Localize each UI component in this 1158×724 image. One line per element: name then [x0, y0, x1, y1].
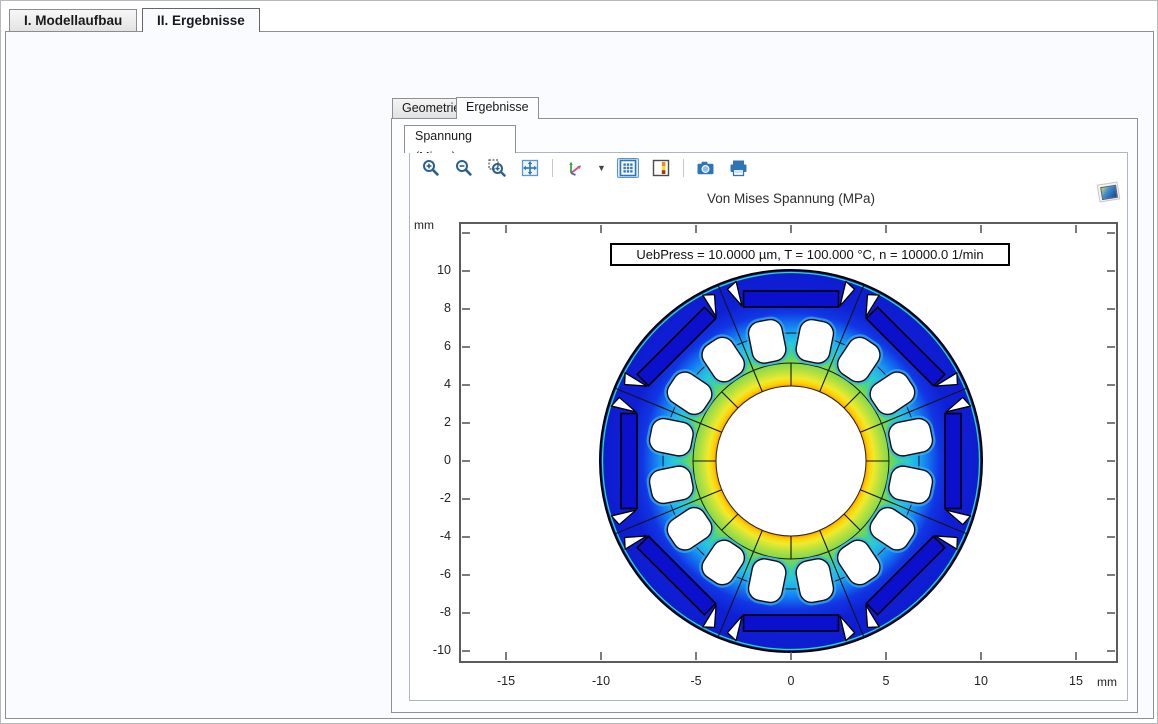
- x-tick-label: 10: [961, 674, 1001, 688]
- y-tick-label: -4: [413, 529, 451, 543]
- toolbar-separator: [552, 159, 553, 177]
- graphics-toolbar: ▼: [410, 153, 1127, 183]
- toolbar-separator: [683, 159, 684, 177]
- plot-annotation: UebPress = 10.0000 µm, T = 100.000 °C, n…: [610, 243, 1010, 266]
- color-legend-icon: [652, 159, 670, 177]
- zoom-out-icon: [455, 159, 473, 177]
- y-tick-label: -6: [413, 567, 451, 581]
- plot-title: Von Mises Spannung (MPa): [601, 191, 981, 206]
- grid-icon: [619, 159, 637, 177]
- x-tick-label: 5: [866, 674, 906, 688]
- x-tick-label: -5: [676, 674, 716, 688]
- y-axis-unit: mm: [414, 218, 434, 232]
- plot-thumbnail-icon[interactable]: [1097, 181, 1121, 202]
- x-tick-label: -10: [581, 674, 621, 688]
- x-tick-label: 0: [771, 674, 811, 688]
- orientation-dropdown-caret[interactable]: ▼: [597, 158, 606, 178]
- zoom-in-icon: [422, 159, 440, 177]
- x-tick-label: -15: [486, 674, 526, 688]
- application-window: I. Modellaufbau II. Ergebnisse i Letzte …: [0, 0, 1158, 724]
- y-tick-label: 0: [413, 453, 451, 467]
- y-tick-label: 2: [413, 415, 451, 429]
- y-tick-label: -8: [413, 605, 451, 619]
- zoom-extents-button[interactable]: [519, 158, 541, 178]
- x-axis-unit: mm: [1097, 675, 1117, 689]
- x-tick-label: 15: [1056, 674, 1096, 688]
- zoom-in-button[interactable]: [420, 158, 442, 178]
- print-icon: [729, 159, 748, 177]
- zoom-box-button[interactable]: [486, 158, 508, 178]
- tab-spannung-mises[interactable]: Spannung (Mises): [404, 125, 516, 153]
- y-tick-label: 6: [413, 339, 451, 353]
- grid-toggle-button[interactable]: [617, 158, 639, 178]
- y-tick-label: -2: [413, 491, 451, 505]
- y-tick-label: 4: [413, 377, 451, 391]
- zoom-extents-icon: [521, 159, 539, 177]
- print-button[interactable]: [728, 158, 750, 178]
- y-tick-label: 10: [413, 263, 451, 277]
- axis-orientation-icon: [566, 159, 584, 177]
- snapshot-button[interactable]: [695, 158, 717, 178]
- zoom-box-icon: [488, 159, 506, 177]
- y-tick-label: -10: [413, 643, 451, 657]
- tab-ergebnisse[interactable]: II. Ergebnisse: [142, 8, 260, 32]
- tab-ergebnisse-plot[interactable]: Ergebnisse: [456, 97, 539, 119]
- view-orientation-button[interactable]: [564, 158, 586, 178]
- y-tick-label: 8: [413, 301, 451, 315]
- camera-icon: [696, 159, 715, 177]
- color-legend-toggle-button[interactable]: [650, 158, 672, 178]
- tab-modellaufbau[interactable]: I. Modellaufbau: [9, 9, 137, 32]
- zoom-out-button[interactable]: [453, 158, 475, 178]
- plot-axes: [459, 222, 1118, 663]
